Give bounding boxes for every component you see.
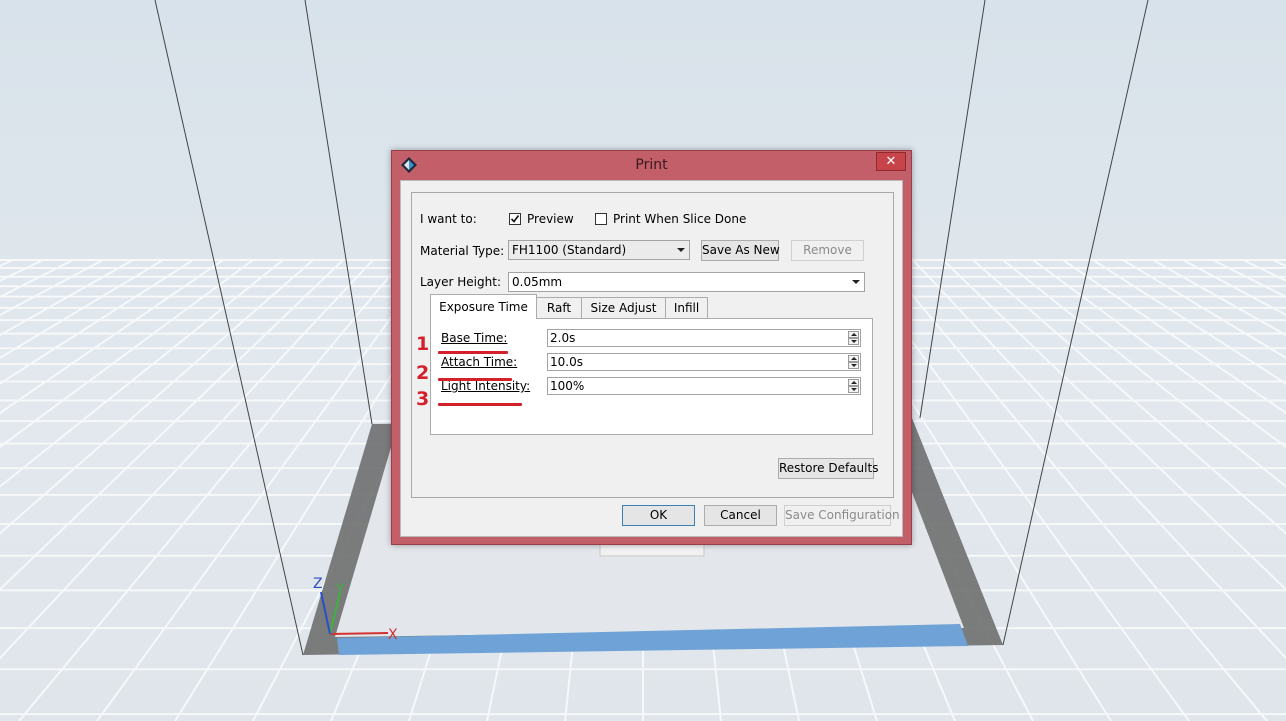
annotation-number-3: 3	[416, 388, 430, 410]
base-time-label: Base Time:	[441, 331, 508, 345]
base-time-value: 2.0s	[550, 331, 576, 345]
spinner-down-icon[interactable]	[848, 362, 859, 369]
tab-exposure-time[interactable]: Exposure Time	[430, 294, 537, 319]
spinner-up-icon[interactable]	[848, 355, 859, 362]
model-object	[599, 543, 705, 557]
annotation-number-1: 1	[416, 333, 430, 355]
ok-button[interactable]: OK	[622, 505, 695, 526]
spinner-up-icon[interactable]	[848, 331, 859, 338]
attach-time-spinbox[interactable]: 10.0s	[547, 353, 861, 371]
layer-height-dropdown[interactable]: 0.05mm	[508, 272, 865, 292]
remove-button[interactable]: Remove	[791, 240, 864, 261]
title-bar[interactable]: Print ✕	[392, 151, 911, 179]
print-when-slice-done-label: Print When Slice Done	[613, 212, 747, 226]
checkmark-icon	[510, 215, 520, 223]
material-type-dropdown[interactable]: FH1100 (Standard)	[508, 240, 690, 260]
preview-label: Preview	[527, 212, 574, 226]
attach-time-label: Attach Time:	[441, 355, 518, 369]
light-intensity-spinbox[interactable]: 100%	[547, 377, 861, 395]
material-type-label: Material Type:	[420, 244, 505, 258]
save-as-new-button[interactable]: Save As New	[701, 240, 780, 261]
cancel-button[interactable]: Cancel	[704, 505, 777, 526]
spinner-down-icon[interactable]	[848, 386, 859, 393]
tab-size-adjust[interactable]: Size Adjust	[581, 297, 666, 318]
base-time-spinbox[interactable]: 2.0s	[547, 329, 861, 347]
layer-height-value: 0.05mm	[512, 275, 563, 289]
spinner-down-icon[interactable]	[848, 338, 859, 345]
close-button[interactable]: ✕	[876, 152, 906, 171]
tab-raft[interactable]: Raft	[536, 297, 582, 318]
preview-checkbox[interactable]	[509, 213, 521, 225]
spinner-up-icon[interactable]	[848, 379, 859, 386]
axis-z-label: Z	[313, 576, 323, 592]
restore-defaults-button[interactable]: Restore Defaults	[778, 458, 878, 479]
chevron-down-icon	[852, 280, 860, 284]
annotation-number-2: 2	[416, 362, 430, 384]
settings-group: I want to: Preview Print When Slice Done…	[411, 192, 894, 498]
attach-time-value: 10.0s	[550, 355, 583, 369]
tab-infill[interactable]: Infill	[665, 297, 708, 318]
dialog-title: Print	[635, 157, 668, 173]
print-dialog: Print ✕ I want to: Preview Print When Sl…	[391, 150, 912, 545]
layer-height-label: Layer Height:	[420, 275, 501, 289]
close-icon: ✕	[885, 154, 897, 169]
chevron-down-icon	[677, 248, 685, 252]
material-type-value: FH1100 (Standard)	[512, 243, 627, 257]
dialog-client-area: I want to: Preview Print When Slice Done…	[400, 180, 903, 537]
light-intensity-value: 100%	[550, 379, 585, 393]
annotation-underline	[438, 351, 508, 354]
print-when-slice-done-checkbox[interactable]	[595, 213, 607, 225]
axis-y-label: Y	[335, 582, 345, 598]
annotation-underline	[438, 378, 512, 381]
i-want-to-label: I want to:	[420, 212, 477, 226]
axis-x-label: X	[388, 627, 398, 643]
annotation-underline	[438, 403, 522, 406]
exposure-time-panel: Base Time: 2.0s Attach Time: 10.0s Light…	[430, 318, 873, 435]
save-configuration-button[interactable]: Save Configuration	[784, 505, 900, 526]
